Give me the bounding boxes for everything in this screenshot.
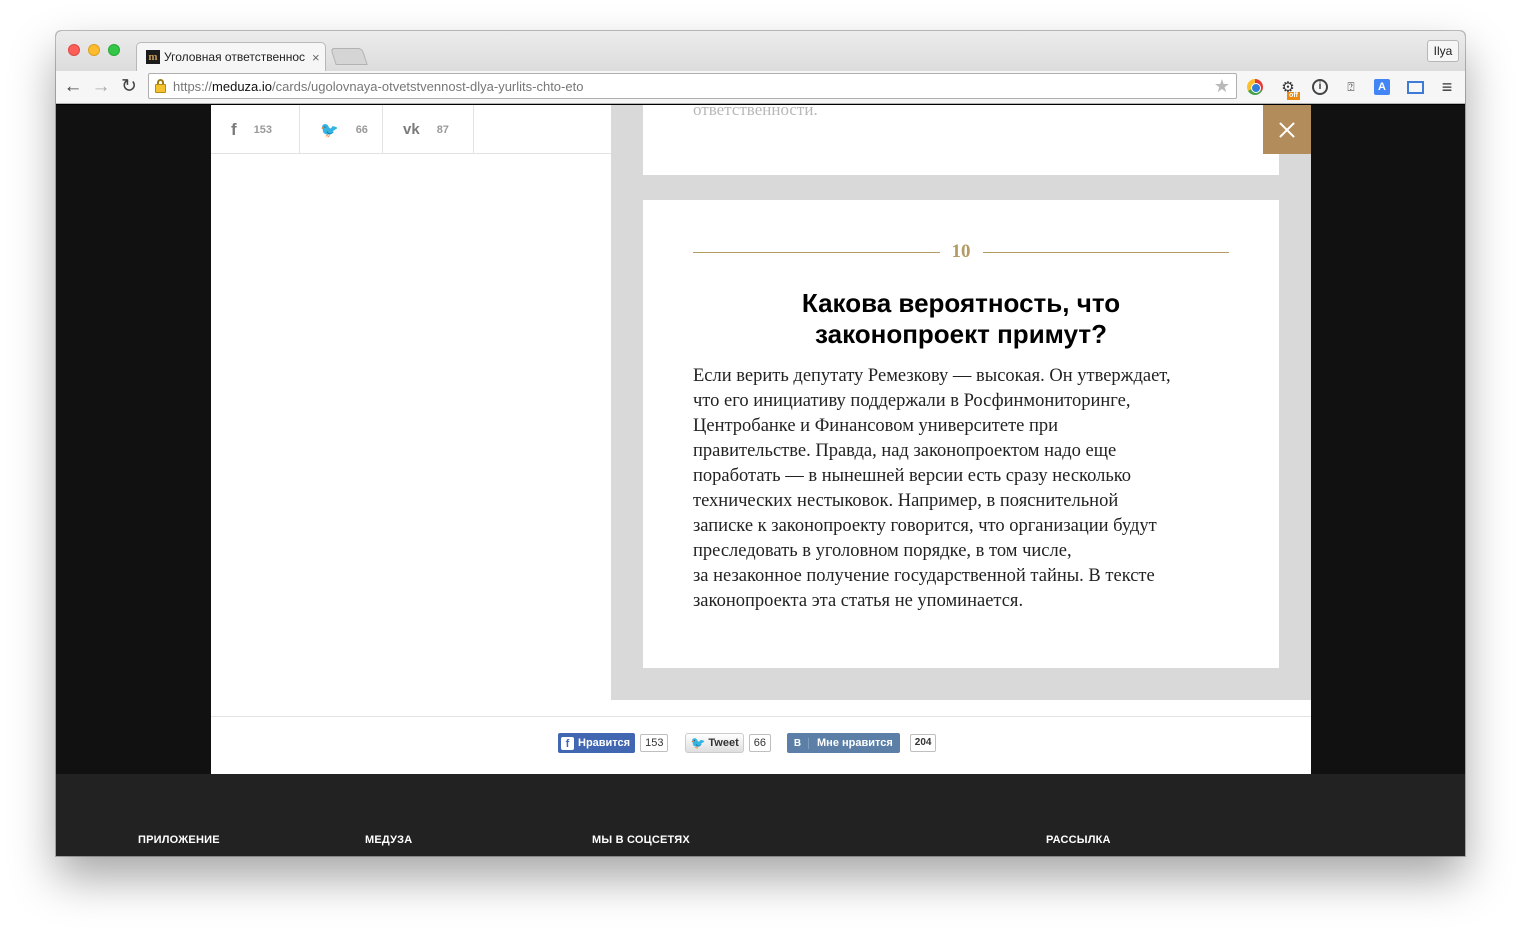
address-bar[interactable]: https://meduza.io/cards/ugolovnaya-otvet… — [148, 73, 1237, 99]
page-viewport: ответственности. 10 Какова вероятность, … — [56, 105, 1465, 856]
browser-toolbar: ← → ↻ https://meduza.io/cards/ugolovnaya… — [56, 71, 1465, 104]
share-bar-top: f 153 🐦 66 vk 87 — [211, 105, 611, 154]
twitter-share-count: 66 — [355, 123, 368, 136]
card-title-line: законопроект примут? — [815, 319, 1107, 349]
tweet-count: 66 — [748, 734, 772, 752]
card-body-line: поработать — в нынешней версии есть сраз… — [693, 466, 1132, 486]
card-body-line: что его инициативу поддержали в Росфинмо… — [693, 391, 1131, 411]
facebook-share-count: 153 — [253, 123, 273, 136]
card-number: 10 — [951, 241, 971, 262]
close-window-button[interactable] — [68, 44, 80, 56]
vk-share-button[interactable]: vk 87 — [383, 105, 474, 154]
footer-social-heading[interactable]: МЫ В СОЦСЕТЯХ — [592, 834, 690, 846]
previous-card: ответственности. — [643, 105, 1279, 175]
facebook-like-label: Нравится — [578, 737, 631, 749]
footer-meduza-heading[interactable]: МЕДУЗА — [365, 834, 412, 846]
twitter-bird-icon: 🐦 — [690, 736, 706, 750]
card-body-line: записке к законопроекту говорится, что о… — [693, 516, 1157, 536]
bookmark-star-icon[interactable]: ★ — [1214, 76, 1230, 97]
minimize-window-button[interactable] — [88, 44, 100, 56]
card-number-row: 10 — [693, 237, 1229, 267]
browser-window: m Уголовная ответственнос × Ilya ← → ↻ h… — [56, 31, 1465, 856]
vk-share-count: 87 — [436, 123, 449, 136]
tweet-label: Tweet — [708, 737, 739, 749]
card-body: Если верить депутату Ремезкову — высокая… — [693, 364, 1233, 614]
lock-icon — [154, 78, 167, 94]
card-body-line: законопроекта эта статья не упоминается. — [693, 591, 1024, 611]
site-footer: ПРИЛОЖЕНИЕ МЕДУЗА МЫ В СОЦСЕТЯХ РАССЫЛКА — [56, 774, 1465, 856]
footer-app-heading[interactable]: ПРИЛОЖЕНИЕ — [138, 834, 220, 846]
zoom-window-button[interactable] — [108, 44, 120, 56]
reload-icon[interactable]: ↻ — [118, 76, 140, 98]
twitter-icon: 🐦 — [320, 121, 339, 139]
url-path: /cards/ugolovnaya-otvetstvennost-dlya-yu… — [272, 78, 584, 94]
card-body-line: за незаконное получение государственной … — [693, 566, 1155, 586]
off-badge: off — [1287, 92, 1300, 100]
facebook-icon: f — [561, 736, 574, 750]
info-extension-icon[interactable]: i — [1310, 77, 1330, 97]
card-title-line: Какова вероятность, что — [801, 288, 1121, 318]
cards-column: ответственности. 10 Какова вероятность, … — [611, 105, 1311, 700]
screen-capture-icon[interactable] — [1405, 77, 1425, 97]
url-host: meduza.io — [212, 78, 273, 94]
chrome-menu-icon[interactable]: ≡ — [1437, 77, 1457, 97]
close-icon[interactable] — [1263, 105, 1311, 154]
card-10: 10 Какова вероятность, что законопроект … — [643, 200, 1279, 668]
url-scheme: https:// — [173, 78, 213, 94]
card-body-line: правительстве. Правда, над законопроекто… — [693, 441, 1117, 461]
divider — [693, 251, 940, 253]
card-body-line: преследовать в уголовном порядке, в том … — [693, 541, 1072, 561]
facebook-icon: f — [231, 119, 237, 139]
tweet-button[interactable]: 🐦 Tweet — [685, 733, 744, 753]
off-badge-extension-icon[interactable]: ⚙ off — [1278, 77, 1300, 100]
chrome-extension-icon[interactable] — [1245, 77, 1265, 97]
facebook-like-count: 153 — [640, 734, 669, 752]
profile-button[interactable]: Ilya — [1427, 40, 1459, 62]
footer-newsletter-heading[interactable]: РАССЫЛКА — [1046, 834, 1111, 846]
twitter-share-button[interactable]: 🐦 66 — [300, 105, 383, 154]
divider — [982, 251, 1229, 253]
tab-close-icon[interactable]: × — [312, 50, 320, 65]
card-body-line: Если верить депутату Ремезкову — высокая… — [693, 366, 1171, 386]
tab-title: Уголовная ответственнос — [164, 50, 306, 64]
card-body-line: технических нестыковок. Например, в пояс… — [693, 491, 1119, 511]
vk-like-label: Мне нравится — [817, 737, 893, 749]
tab-strip: m Уголовная ответственнос × Ilya — [56, 31, 1465, 71]
facebook-share-button[interactable]: f 153 — [211, 105, 300, 154]
article-page: ответственности. 10 Какова вероятность, … — [211, 105, 1311, 774]
vk-like-count: 204 — [909, 734, 937, 752]
new-tab-button[interactable] — [330, 48, 368, 65]
share-bar-bottom: f Нравится 153 🐦 Tweet 66 В Мне нравится… — [211, 716, 1311, 774]
card-title: Какова вероятность, что законопроект при… — [693, 288, 1229, 350]
meduza-favicon-icon: m — [146, 50, 160, 64]
translate-extension-icon[interactable]: A — [1372, 77, 1392, 97]
card-body-line: Центробанке и Финансовом университете пр… — [693, 416, 1059, 436]
facebook-like-button[interactable]: f Нравится — [558, 733, 636, 753]
browser-tab[interactable]: m Уголовная ответственнос × — [136, 42, 326, 71]
vk-like-button[interactable]: В Мне нравится — [787, 733, 900, 753]
back-arrow-icon[interactable]: ← — [62, 76, 84, 98]
previous-card-text: ответственности. — [693, 105, 818, 119]
vk-icon: В — [787, 737, 810, 749]
forward-arrow-icon[interactable]: → — [90, 76, 112, 98]
question-extension-icon[interactable]: ⍰ — [1341, 77, 1361, 97]
vk-icon: vk — [403, 121, 420, 138]
